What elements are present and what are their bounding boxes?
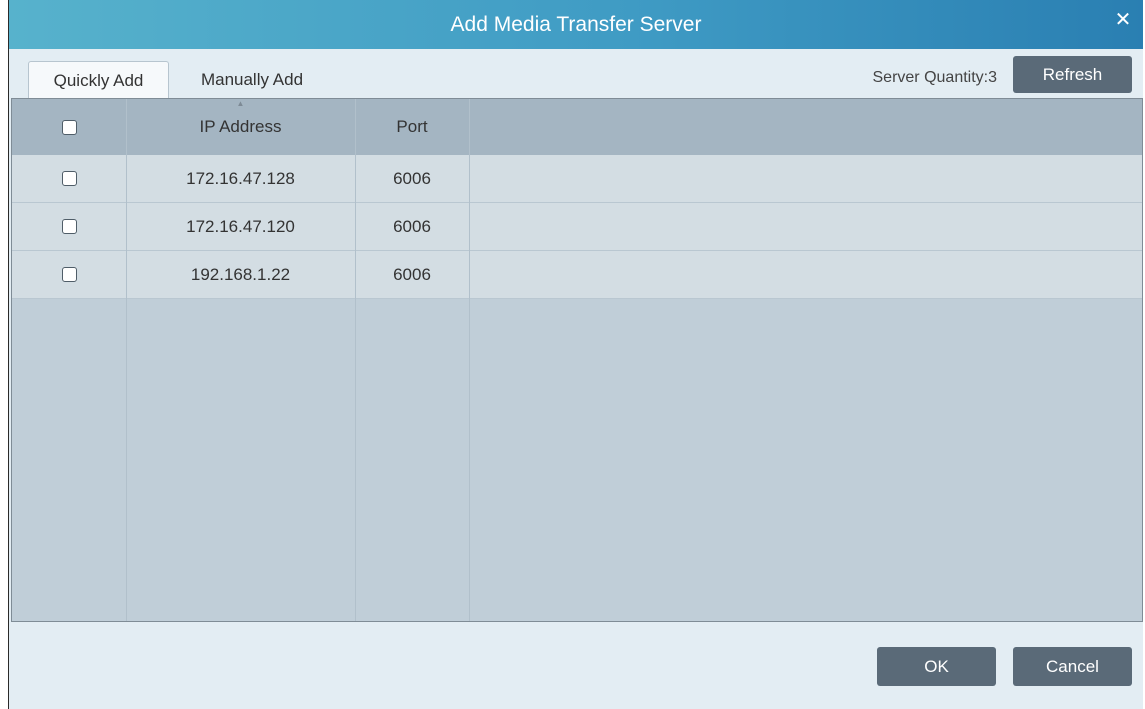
cancel-button[interactable]: Cancel xyxy=(1013,647,1132,686)
row-port: 6006 xyxy=(393,264,431,284)
column-header-ip-address[interactable]: ▲ IP Address xyxy=(126,99,355,155)
row-checkbox-cell xyxy=(12,155,126,202)
tab-quickly-add[interactable]: Quickly Add xyxy=(28,61,169,98)
row-checkbox[interactable] xyxy=(61,171,77,186)
add-media-transfer-server-dialog: Add Media Transfer Server ✕ Quickly Add … xyxy=(8,0,1143,709)
row-checkbox[interactable] xyxy=(61,267,77,282)
server-table: ▲ IP Address Port 172.16.47.128 6006 172… xyxy=(11,98,1143,622)
row-checkbox-cell xyxy=(12,203,126,250)
select-all-checkbox[interactable] xyxy=(61,119,77,135)
row-port: 6006 xyxy=(393,168,431,188)
title-bar: Add Media Transfer Server ✕ xyxy=(9,0,1143,49)
refresh-button[interactable]: Refresh xyxy=(1013,56,1132,93)
row-empty-cell xyxy=(469,203,1142,250)
table-row[interactable]: 172.16.47.128 6006 xyxy=(12,155,1142,203)
dialog-title: Add Media Transfer Server xyxy=(450,13,702,36)
tab-manually-add[interactable]: Manually Add xyxy=(172,61,332,98)
row-port: 6006 xyxy=(393,216,431,236)
column-header-port-label: Port xyxy=(396,117,428,136)
row-checkbox[interactable] xyxy=(61,219,77,234)
row-ip-address: 192.168.1.22 xyxy=(190,264,291,284)
close-icon[interactable]: ✕ xyxy=(1111,8,1135,32)
sort-asc-icon: ▲ xyxy=(236,99,245,108)
row-ip-address: 172.16.47.120 xyxy=(186,216,295,236)
column-divider xyxy=(126,99,127,621)
header-select-all-cell xyxy=(12,99,126,155)
row-ip-address: 172.16.47.128 xyxy=(186,168,295,188)
dialog-footer: OK Cancel xyxy=(9,622,1143,709)
column-header-empty xyxy=(469,99,1142,155)
ok-button[interactable]: OK xyxy=(877,647,996,686)
column-divider xyxy=(469,99,470,621)
table-header: ▲ IP Address Port xyxy=(12,99,1142,155)
table-row[interactable]: 172.16.47.120 6006 xyxy=(12,203,1142,251)
server-quantity-label: Server Quantity:3 xyxy=(872,69,998,86)
row-checkbox-cell xyxy=(12,251,126,298)
row-empty-cell xyxy=(469,251,1142,298)
toolbar: Quickly Add Manually Add Server Quantity… xyxy=(9,49,1143,99)
table-row[interactable]: 192.168.1.22 6006 xyxy=(12,251,1142,299)
row-empty-cell xyxy=(469,155,1142,202)
column-divider xyxy=(355,99,356,621)
column-header-ip-label: IP Address xyxy=(199,117,282,136)
column-header-port[interactable]: Port xyxy=(355,99,469,155)
